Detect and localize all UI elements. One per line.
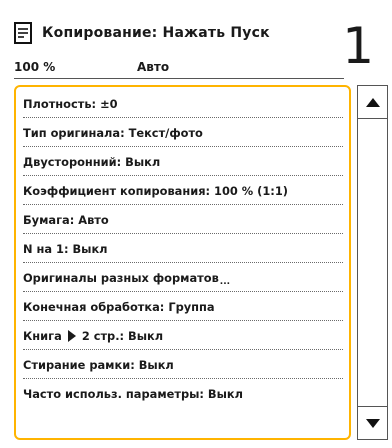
header-line: Копирование: Нажать Пуск [14,20,270,46]
settings-list: Плотность: ±0 Тип оригинала: Текст/фото … [14,85,351,440]
setting-density[interactable]: Плотность: ±0 [23,89,343,118]
scroll-down-arrow-icon [365,418,380,428]
setting-ellipsis: ... [219,276,231,287]
setting-value: 2 стр.: Выкл [81,328,164,343]
paper-mode-value: Авто [137,60,170,74]
setting-finishing[interactable]: Конечная обработка: Группа [23,292,343,321]
copies-count: 1 [342,17,374,75]
copy-document-icon [14,22,32,44]
setting-label: Конечная обработка: Группа [23,299,215,314]
copy-summary: 100 % Авто [14,56,344,80]
setting-label: N на 1: Выкл [23,241,108,256]
setting-label: Оригиналы разных форматов [23,270,219,285]
setting-label: Коэффициент копирования: 100 % (1:1) [23,183,288,198]
setting-label: Часто использ. параметры: Выкл [23,386,243,401]
setting-label: Плотность: ±0 [23,96,118,111]
setting-erase-frame[interactable]: Стирание рамки: Выкл [23,350,343,379]
setting-paper[interactable]: Бумага: Авто [23,205,343,234]
setting-label: Тип оригинала: Текст/фото [23,125,203,140]
scroll-up-button[interactable] [357,85,388,119]
scroll-up-arrow-icon [365,97,380,107]
screen-title: Копирование: Нажать Пуск [42,25,270,41]
summary-divider [14,78,344,79]
ratio-value: 100 % [14,60,56,74]
scrollbar[interactable] [357,85,388,440]
status-bar: Копирование: Нажать Пуск 100 % Авто 1 [0,0,392,84]
setting-label: Стирание рамки: Выкл [23,357,174,372]
setting-mixed-originals[interactable]: Оригиналы разных форматов ... [23,263,343,292]
setting-copy-ratio[interactable]: Коэффициент копирования: 100 % (1:1) [23,176,343,205]
setting-two-sided[interactable]: Двусторонний: Выкл [23,147,343,176]
scroll-track[interactable] [357,119,388,406]
setting-book[interactable]: Книга 2 стр.: Выкл [23,321,343,350]
scroll-down-button[interactable] [357,406,388,440]
setting-label: Книга [23,328,62,343]
setting-n-on-1[interactable]: N на 1: Выкл [23,234,343,263]
book-arrow-icon [67,329,76,342]
setting-label: Бумага: Авто [23,212,109,227]
setting-label: Двусторонний: Выкл [23,154,161,169]
setting-favorites[interactable]: Часто использ. параметры: Выкл [23,379,343,408]
setting-original-type[interactable]: Тип оригинала: Текст/фото [23,118,343,147]
